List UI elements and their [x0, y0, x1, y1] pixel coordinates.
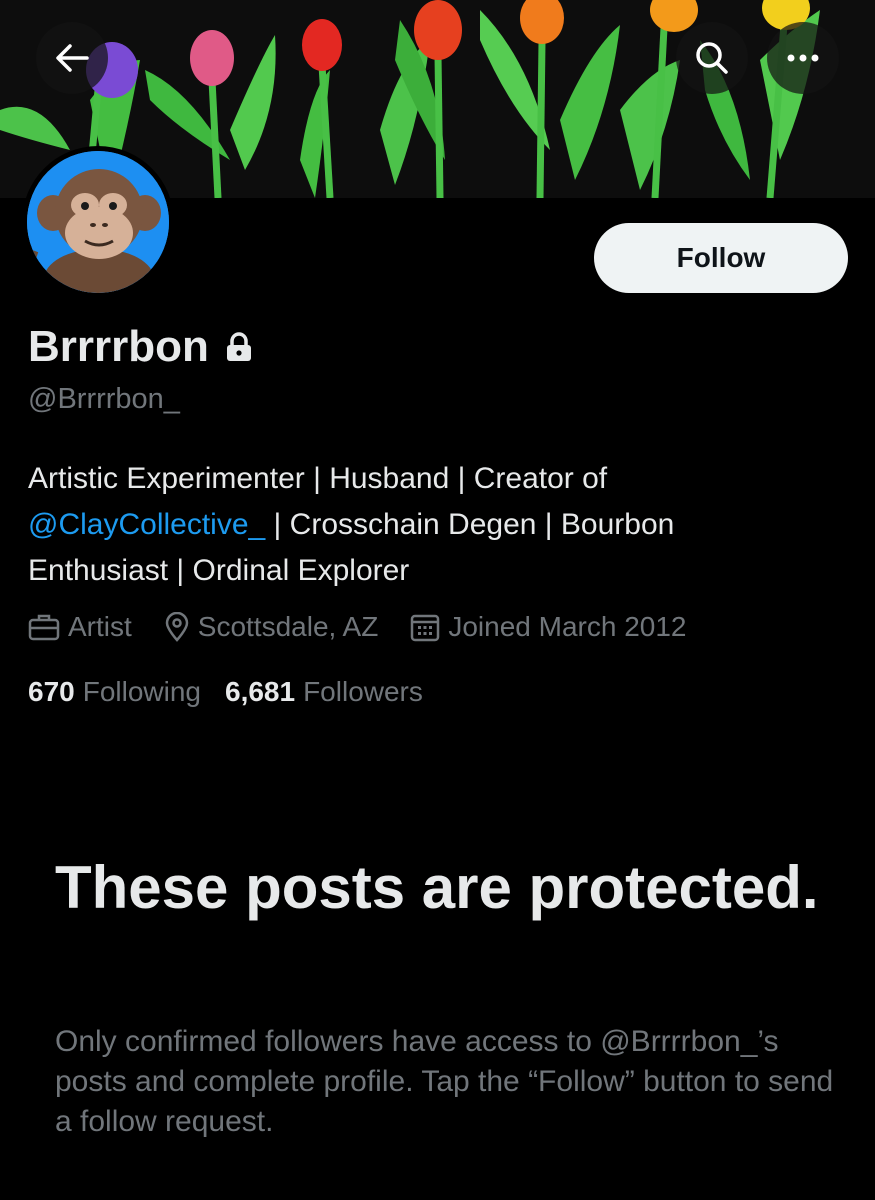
profession-text: Artist: [68, 611, 132, 642]
followers-link[interactable]: 6,681 Followers: [225, 676, 423, 708]
following-link[interactable]: 670 Following: [28, 676, 201, 708]
display-name: Brrrrbon: [28, 322, 209, 371]
more-button[interactable]: [767, 22, 839, 94]
profile-meta: Artist Scottsdale, AZ Joined March 2012: [28, 611, 686, 643]
lock-icon: [226, 332, 251, 361]
location-text: Scottsdale, AZ: [197, 611, 379, 642]
display-name-row: Brrrrbon: [28, 322, 253, 372]
meta-joined: Joined March 2012: [410, 611, 686, 643]
avatar[interactable]: [22, 146, 174, 298]
briefcase-icon: [28, 614, 60, 641]
more-horizontal-icon: [787, 54, 819, 62]
followers-count: 6,681: [225, 676, 296, 707]
joined-text: Joined March 2012: [448, 611, 687, 642]
bio: Artistic Experimenter | Husband | Creato…: [28, 456, 828, 594]
meta-location: Scottsdale, AZ: [164, 611, 379, 643]
follow-stats: 670 Following 6,681 Followers: [28, 676, 447, 708]
bio-line-2: | Crosschain Degen | Bourbon: [265, 508, 675, 541]
search-icon: [696, 42, 728, 74]
protected-title: These posts are protected.: [55, 854, 819, 921]
calendar-icon: [411, 614, 440, 642]
followers-label: Followers: [303, 676, 423, 707]
monkey-avatar-image: [27, 151, 169, 293]
location-pin-icon: [165, 612, 189, 642]
bio-line-1: Artistic Experimenter | Husband | Creato…: [28, 462, 608, 495]
following-label: Following: [82, 676, 201, 707]
following-count: 670: [28, 676, 75, 707]
handle: @Brrrrbon_: [28, 383, 180, 415]
back-button[interactable]: [36, 22, 108, 94]
follow-button[interactable]: Follow: [594, 223, 848, 293]
meta-profession: Artist: [28, 611, 132, 643]
protected-description: Only confirmed followers have access to …: [55, 1025, 834, 1138]
bio-line-3: Enthusiast | Ordinal Explorer: [28, 554, 410, 587]
mention-link[interactable]: @ClayCollective_: [28, 508, 265, 541]
arrow-left-icon: [56, 44, 89, 72]
search-button[interactable]: [676, 22, 748, 94]
